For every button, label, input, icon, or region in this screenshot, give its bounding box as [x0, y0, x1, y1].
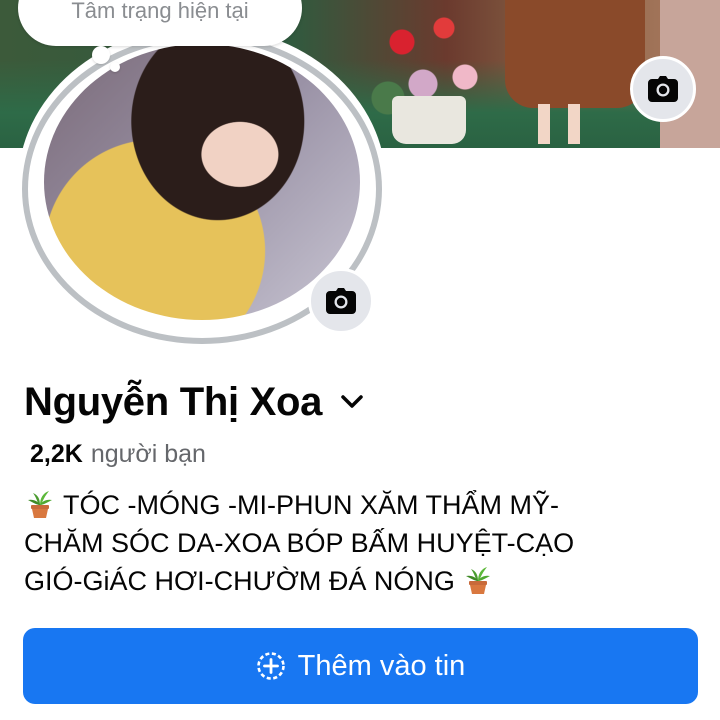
camera-icon	[326, 288, 356, 314]
profile-avatar[interactable]	[44, 44, 360, 320]
profile-name-row[interactable]: Nguyễn Thị Xoa	[24, 378, 366, 426]
plus-circle-icon	[256, 652, 285, 680]
chevron-down-icon[interactable]	[338, 388, 366, 416]
add-to-story-button[interactable]: Thêm vào tin	[23, 628, 698, 704]
edit-cover-photo-button[interactable]	[630, 56, 696, 122]
profile-name: Nguyễn Thị Xoa	[24, 379, 323, 424]
friends-count: 2,2K	[30, 440, 83, 468]
bio-text-2: CHĂM SÓC DA-XOA BÓP BẤM HUYỆT-CẠO	[24, 528, 575, 558]
potted-plant-icon	[466, 567, 491, 594]
bio-text-1: TÓC -MÓNG -MI-PHUN XĂM THẨM MỸ-	[63, 490, 559, 520]
bio-text-3: GIÓ-GiÁC HƠI-CHƯỜM ĐÁ NÓNG	[24, 566, 455, 596]
status-bubble[interactable]: Tâm trạng hiện tại	[18, 0, 302, 46]
cover-flower-pot	[392, 96, 466, 144]
bubble-tail-small	[110, 62, 120, 72]
bubble-tail-large	[92, 46, 110, 64]
friends-label: người bạn	[90, 440, 206, 468]
cover-dress	[505, 0, 645, 108]
profile-bio: TÓC -MÓNG -MI-PHUN XĂM THẨM MỸ- CHĂM SÓC…	[24, 486, 704, 600]
cover-legs	[530, 104, 590, 144]
potted-plant-icon	[28, 491, 52, 518]
camera-icon	[648, 76, 678, 102]
bio-line-2: CHĂM SÓC DA-XOA BÓP BẤM HUYỆT-CẠO	[24, 524, 704, 562]
edit-avatar-button[interactable]	[308, 268, 374, 334]
friends-summary[interactable]: 2,2K người bạn	[30, 440, 206, 469]
status-bubble-text: Tâm trạng hiện tại	[71, 0, 249, 23]
bio-line-1: TÓC -MÓNG -MI-PHUN XĂM THẨM MỸ-	[24, 486, 704, 524]
add-to-story-label: Thêm vào tin	[297, 649, 466, 682]
bio-line-3: GIÓ-GiÁC HƠI-CHƯỜM ĐÁ NÓNG	[24, 562, 704, 600]
